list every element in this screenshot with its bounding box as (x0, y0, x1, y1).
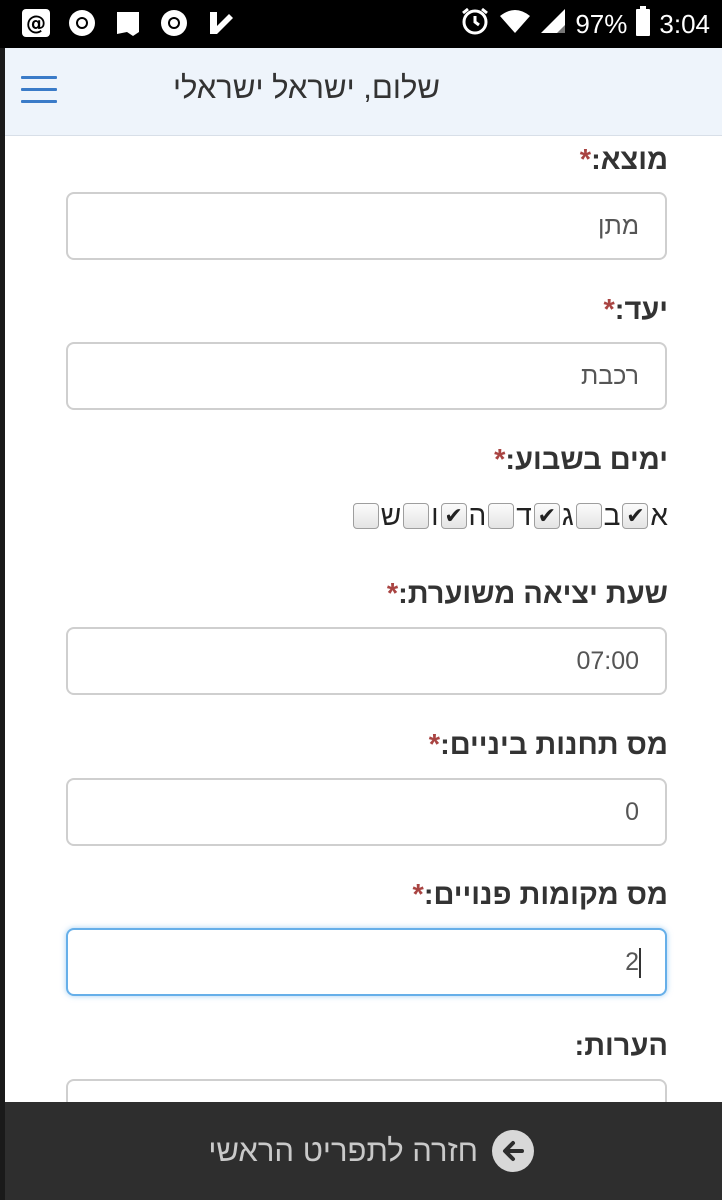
svg-text:@: @ (26, 11, 46, 35)
day-label: ש (380, 500, 402, 531)
day-label: א (650, 500, 668, 531)
back-label: חזרה לתפריט הראשי (208, 1133, 478, 1168)
origin-value: מתן (598, 212, 639, 240)
back-to-main-menu-button[interactable]: חזרה לתפריט הראשי (208, 1130, 534, 1172)
battery-percent: 97% (575, 8, 628, 39)
day-label: ו (431, 500, 439, 531)
day-label: ג (561, 500, 574, 531)
origin-label: מוצא:* (579, 144, 668, 176)
notes-label: הערות: (574, 1030, 668, 1062)
bottom-nav-bar: חזרה לתפריט הראשי (5, 1102, 722, 1200)
day-checkbox[interactable] (403, 503, 430, 529)
required-mark: * (428, 729, 441, 761)
stops-label: מס תחנות ביניים:* (428, 729, 668, 761)
required-mark: * (412, 879, 424, 911)
day-d: ד (486, 500, 532, 532)
email-icon: @ (20, 6, 52, 40)
day-b: ב (574, 500, 621, 532)
day-checkbox[interactable]: ✔ (533, 503, 560, 529)
required-mark: * (603, 294, 615, 326)
status-bar: @ 97% 3:04 (0, 0, 722, 48)
map-icon (112, 6, 144, 40)
alarm-icon (459, 5, 491, 44)
day-checkbox[interactable] (352, 503, 379, 529)
wifi-icon (499, 7, 531, 42)
required-mark: * (579, 144, 592, 176)
departure-time-label: שעת יציאה משוערת:* (386, 578, 668, 610)
seats-input[interactable]: 2 (66, 928, 667, 996)
required-mark: * (386, 578, 399, 610)
chrome-icon (66, 6, 98, 40)
seats-label: מס מקומות פנויים:* (412, 879, 668, 911)
days-checkbox-group: א ✔ ב ג ✔ ד ה ✔ ו ש (351, 500, 668, 532)
day-a: א ✔ (620, 500, 668, 532)
day-checkbox[interactable] (575, 503, 602, 529)
required-mark: * (494, 444, 506, 476)
destination-value: רכבת (581, 362, 639, 390)
battery-icon (635, 5, 651, 43)
greeting-title: שלום, ישראל ישראלי (172, 70, 440, 105)
day-checkbox[interactable] (488, 503, 515, 529)
hamburger-menu-icon[interactable] (21, 76, 57, 104)
day-checkbox[interactable]: ✔ (622, 503, 649, 529)
arrow-left-circle-icon (492, 1130, 534, 1172)
days-label: ימים בשבוע:* (494, 444, 668, 476)
origin-input[interactable]: מתן (66, 192, 667, 260)
notification-icons: @ (20, 6, 236, 40)
app-header: שלום, ישראל ישראלי (5, 48, 722, 136)
seats-value: 2 (625, 948, 641, 979)
day-g: ג ✔ (532, 500, 574, 532)
day-label: ה (468, 500, 487, 531)
day-h: ה ✔ (439, 500, 487, 532)
notes-input[interactable] (66, 1079, 667, 1102)
ride-form: מוצא:* מתן יעד:* רכבת ימים בשבוע:* א ✔ ב … (5, 136, 722, 1102)
departure-time-input[interactable]: 07:00 (66, 627, 667, 695)
system-status: 97% 3:04 (459, 0, 710, 48)
destination-label: יעד:* (603, 294, 668, 326)
day-label: ב (603, 500, 621, 531)
chrome-icon (158, 6, 190, 40)
day-label: ד (516, 500, 532, 531)
clock: 3:04 (659, 8, 710, 39)
departure-time-value: 07:00 (576, 647, 639, 675)
text-caret (639, 948, 641, 979)
stops-input[interactable]: 0 (66, 778, 667, 846)
day-checkbox[interactable]: ✔ (440, 503, 467, 529)
signal-icon (539, 7, 567, 42)
day-sh: ש (351, 500, 401, 532)
check-icon (204, 6, 236, 40)
destination-input[interactable]: רכבת (66, 342, 667, 410)
stops-value: 0 (625, 798, 639, 826)
day-v: ו (401, 500, 439, 532)
